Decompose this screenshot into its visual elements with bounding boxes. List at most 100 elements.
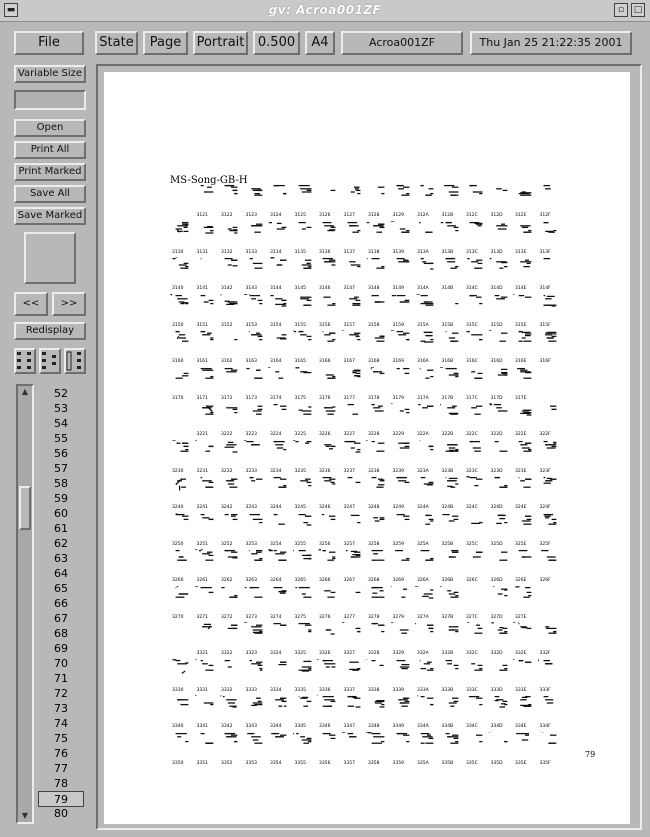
page-list-item[interactable]: 71: [38, 671, 84, 687]
hanzi-glyph: [219, 695, 243, 711]
variable-size-button[interactable]: Variable Size: [14, 65, 86, 83]
hanzi-glyph: [538, 184, 562, 200]
hanzi-glyph: [415, 585, 439, 602]
hanzi-glyph: [219, 622, 243, 638]
hanzi-glyph: [195, 367, 219, 383]
print-marked-button[interactable]: Print Marked: [14, 163, 86, 181]
hanzi-glyph-drawing: [374, 335, 385, 342]
prev-page-button[interactable]: <<: [14, 292, 48, 316]
hanzi-glyph-drawing: [317, 658, 336, 668]
save-marked-button[interactable]: Save Marked: [14, 207, 86, 225]
page-list-item[interactable]: 62: [38, 536, 84, 552]
page-list-item[interactable]: 59: [38, 491, 84, 507]
page-list-item[interactable]: 66: [38, 596, 84, 612]
page-list-item[interactable]: 65: [38, 581, 84, 597]
hanzi-glyph: [489, 257, 513, 273]
window-titlebar[interactable]: ▬ gv: Acroa001ZF ▫ □: [0, 0, 650, 22]
hanzi-glyph: [538, 695, 562, 711]
scroll-down-icon[interactable]: ▼: [19, 810, 31, 822]
hanzi-glyph-drawing: [488, 403, 507, 412]
file-menu-button[interactable]: File: [14, 31, 84, 55]
char-code: 3247: [343, 505, 355, 510]
hanzi-glyph: [292, 732, 317, 748]
page-list-item[interactable]: 63: [38, 551, 84, 567]
page-list-item[interactable]: 53: [38, 401, 84, 417]
hanzi-glyph: [195, 513, 219, 529]
page-list-item[interactable]: 73: [38, 701, 84, 717]
char-code: 3135: [294, 249, 306, 255]
page-list-item[interactable]: 61: [38, 521, 84, 537]
hanzi-glyph: [219, 221, 243, 237]
hanzi-glyph-drawing: [371, 294, 385, 303]
page-list-item[interactable]: 79: [38, 791, 84, 807]
hanzi-glyph: [489, 476, 513, 492]
page-list-item[interactable]: 57: [38, 461, 84, 477]
char-code: 3251: [196, 541, 208, 547]
page-list-item[interactable]: 77: [38, 761, 84, 777]
panner[interactable]: [24, 232, 76, 284]
mark-all-icon[interactable]: [64, 348, 86, 374]
hanzi-glyph-drawing: [495, 188, 507, 192]
maximize-icon[interactable]: □: [631, 3, 645, 17]
scrollbar-thumb[interactable]: [19, 486, 31, 530]
hanzi-glyph: [513, 257, 537, 273]
hanzi-glyph: [391, 549, 415, 565]
page-list-item[interactable]: 70: [38, 656, 84, 672]
open-button[interactable]: Open: [14, 119, 86, 137]
hanzi-glyph: [244, 549, 268, 565]
page-list-item[interactable]: 64: [38, 566, 84, 582]
hanzi-glyph-drawing: [443, 184, 458, 196]
page-list-item[interactable]: 52: [38, 386, 84, 402]
page-list-item[interactable]: 76: [38, 746, 84, 762]
redisplay-button[interactable]: Redisplay: [14, 322, 86, 340]
char-code: 3159: [392, 322, 404, 328]
page-list-item[interactable]: 72: [38, 686, 84, 702]
char-code: 315C: [466, 322, 478, 328]
char-code: 3261: [196, 578, 208, 583]
media-button[interactable]: A4: [305, 31, 335, 55]
page-list-item[interactable]: 74: [38, 716, 84, 732]
mark-even-icon[interactable]: [39, 348, 61, 374]
hanzi-glyph: [342, 257, 366, 273]
state-menu-button[interactable]: State: [95, 31, 138, 55]
char-code: 3350: [172, 760, 184, 766]
char-code: 3275: [294, 614, 306, 620]
char-code: 312A: [417, 213, 429, 218]
scale-button[interactable]: 0.500: [253, 31, 300, 55]
mark-even-glyph: [42, 352, 56, 369]
hanzi-glyph-drawing: [175, 221, 189, 233]
mark-odd-icon[interactable]: [14, 348, 36, 374]
pages-scrollbar[interactable]: ▲ ▼: [16, 384, 34, 824]
hanzi-row: [170, 476, 562, 492]
hanzi-glyph-drawing: [322, 330, 336, 342]
minimize-icon[interactable]: ▫: [614, 3, 628, 17]
page-list-item[interactable]: 80: [38, 806, 84, 822]
glyph-stroke: [175, 477, 183, 486]
page-list-item[interactable]: 54: [38, 416, 84, 432]
save-all-button[interactable]: Save All: [14, 185, 86, 203]
hanzi-glyph-drawing: [469, 184, 483, 195]
char-code: 3239: [392, 468, 404, 474]
page-list-item[interactable]: 69: [38, 641, 84, 657]
page-list-item[interactable]: 58: [38, 476, 84, 492]
page-list-item[interactable]: 78: [38, 776, 84, 792]
orientation-button[interactable]: Portrait: [193, 31, 248, 55]
hanzi-glyph: [317, 257, 341, 273]
next-page-button[interactable]: >>: [52, 292, 86, 316]
hanzi-glyph: [195, 184, 219, 200]
char-code: 312F: [539, 213, 551, 218]
page-list-item[interactable]: 75: [38, 731, 84, 747]
page-list-item[interactable]: 55: [38, 431, 84, 447]
hanzi-glyph: [268, 549, 292, 565]
hanzi-glyph: [243, 439, 268, 456]
hanzi-glyph: [489, 221, 513, 237]
page-list-item[interactable]: 68: [38, 626, 84, 642]
page-list-item[interactable]: 67: [38, 611, 84, 627]
page-menu-button[interactable]: Page: [143, 31, 188, 55]
page-list-item[interactable]: 56: [38, 446, 84, 462]
page-list-item[interactable]: 60: [38, 506, 84, 522]
char-code: 333A: [417, 687, 429, 693]
hanzi-glyph: [440, 476, 464, 492]
scroll-up-icon[interactable]: ▲: [19, 386, 31, 398]
print-all-button[interactable]: Print All: [14, 141, 86, 159]
